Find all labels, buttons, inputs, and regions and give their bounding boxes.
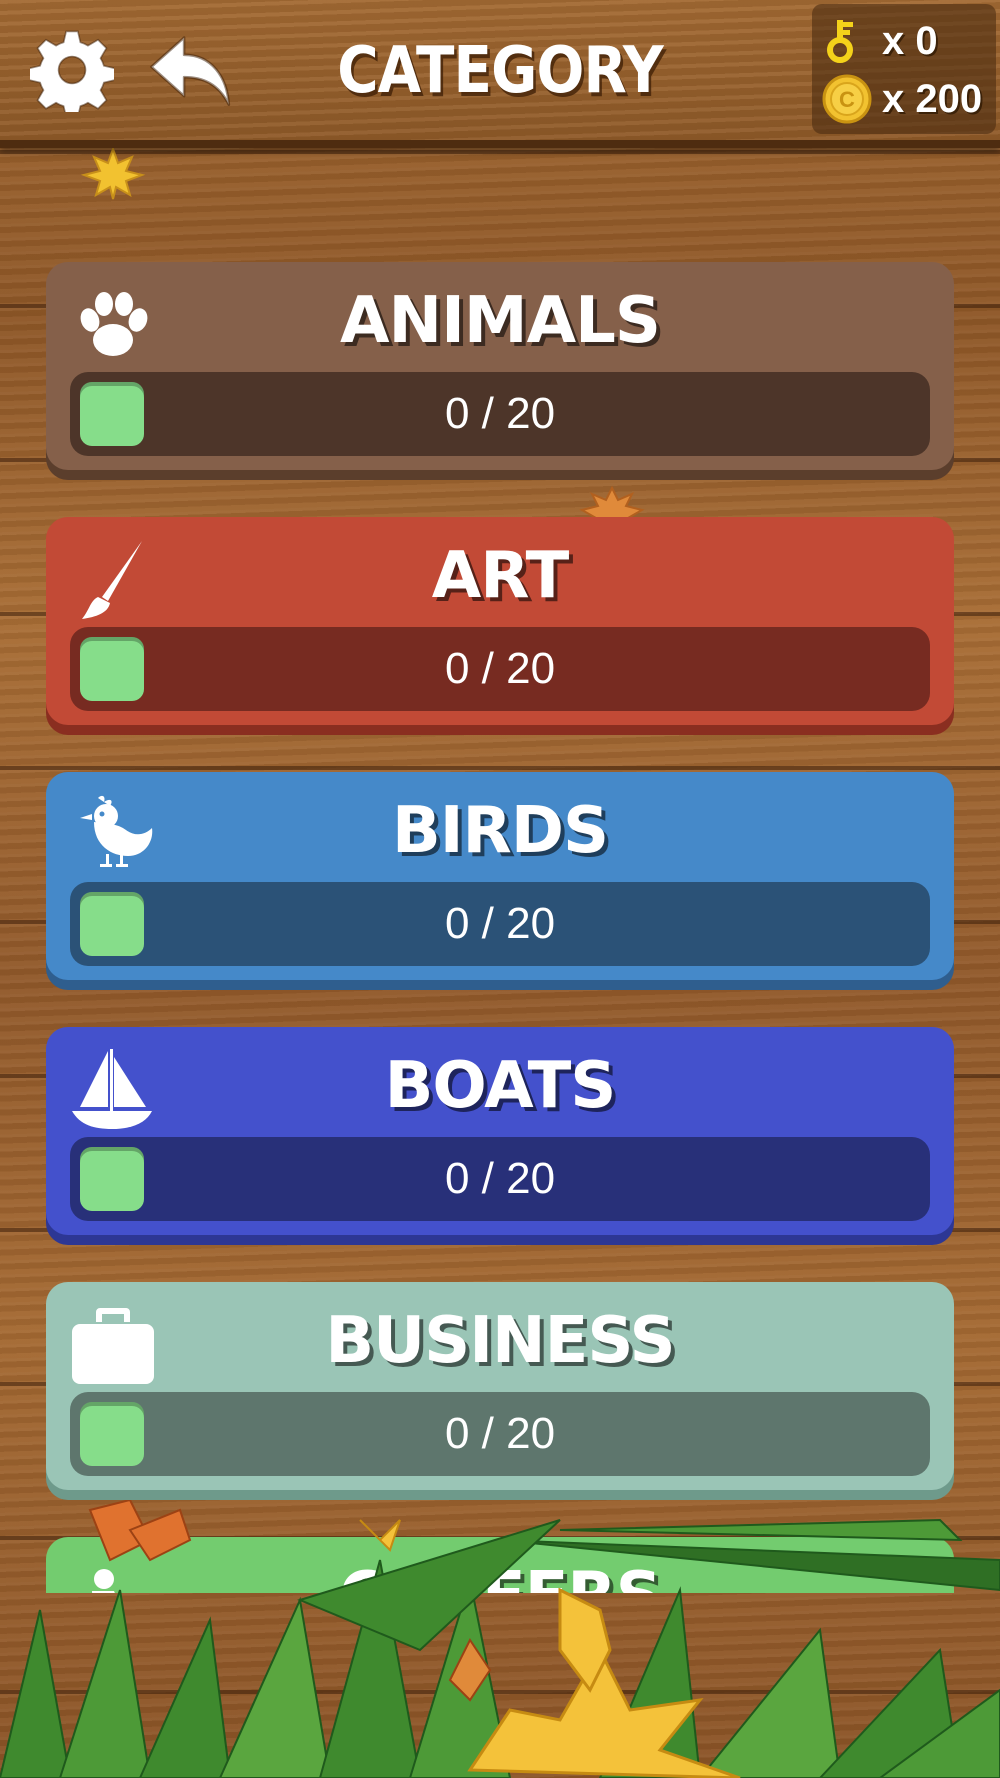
category-title: BOATS	[384, 1049, 617, 1123]
gear-icon[interactable]	[30, 28, 114, 112]
top-bar: CATEGORY x 0 C x 200	[0, 0, 1000, 148]
category-card-animals[interactable]: ANIMALS 0 / 20	[46, 262, 954, 470]
category-title: BUSINESS	[325, 1304, 675, 1378]
category-card-art[interactable]: ART 0 / 20	[46, 517, 954, 725]
coin-count: x 200	[882, 77, 983, 121]
category-title: BIRDS	[391, 794, 609, 868]
progress-text: 0 / 20	[444, 1154, 556, 1203]
back-arrow-icon[interactable]	[148, 32, 234, 112]
page-title: CATEGORY	[337, 34, 663, 108]
coin-letter: C	[839, 87, 855, 112]
progress-text: 0 / 20	[444, 1409, 556, 1458]
progress-text: 0 / 20	[444, 389, 556, 438]
category-title: ART	[431, 539, 570, 613]
progress-bar: 0 / 20	[70, 627, 930, 711]
progress-bar: 0 / 20	[70, 1392, 930, 1476]
progress-text: 0 / 20	[444, 644, 556, 693]
category-title: ANIMALS	[340, 284, 661, 358]
category-title: CAREERS	[46, 1551, 954, 1593]
key-counter: x 0	[812, 12, 996, 70]
key-icon	[827, 20, 853, 63]
key-count: x 0	[882, 19, 938, 63]
coin-icon: C	[822, 74, 872, 124]
category-card-business[interactable]: BUSINESS 0 / 20	[46, 1282, 954, 1490]
currency-panel: x 0 C x 200	[812, 4, 996, 134]
category-card-boats[interactable]: BOATS 0 / 20	[46, 1027, 954, 1235]
progress-bar: 0 / 20	[70, 882, 930, 966]
category-card-careers[interactable]: CAREERS	[46, 1537, 954, 1593]
progress-bar: 0 / 20	[70, 372, 930, 456]
progress-bar: 0 / 20	[70, 1137, 930, 1221]
maple-leaf-decoration	[80, 146, 146, 200]
category-list-clip: CAREERS	[46, 1537, 954, 1593]
coin-counter: C x 200	[812, 70, 996, 128]
progress-text: 0 / 20	[444, 899, 556, 948]
category-card-birds[interactable]: BIRDS 0 / 20	[46, 772, 954, 980]
